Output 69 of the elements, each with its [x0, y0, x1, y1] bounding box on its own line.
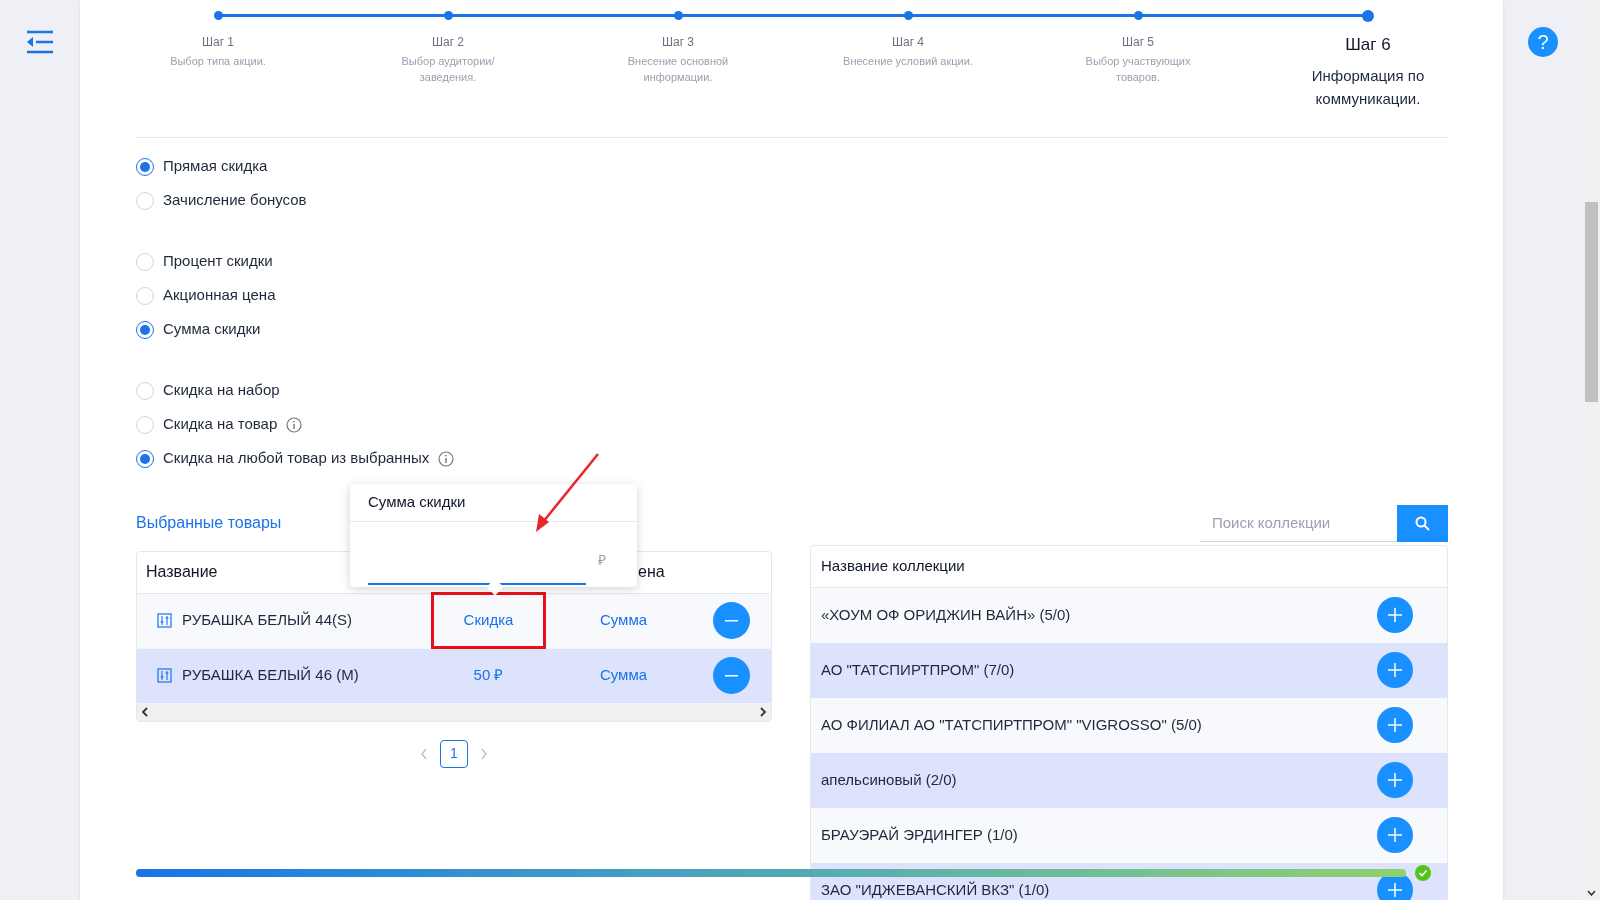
- next-page-icon[interactable]: [480, 747, 488, 760]
- step-description: Внесение условий акции.: [843, 54, 973, 69]
- plus-icon: [1388, 608, 1402, 622]
- add-button[interactable]: [1377, 707, 1413, 743]
- remove-button[interactable]: [713, 657, 750, 694]
- product-settings-icon[interactable]: [157, 613, 172, 628]
- scroll-down-icon[interactable]: [1587, 890, 1596, 896]
- check-icon: [1415, 865, 1431, 881]
- info-icon[interactable]: [286, 416, 303, 433]
- collection-name: апельсиновый (2/0): [821, 769, 957, 790]
- info-icon[interactable]: [438, 450, 455, 467]
- column-header: Название: [146, 563, 218, 580]
- remove-button[interactable]: [713, 602, 750, 639]
- discount-link[interactable]: 50 ₽: [473, 664, 504, 687]
- plus-icon: [1388, 773, 1402, 787]
- previous-page-icon[interactable]: [420, 747, 428, 760]
- collection-search-field[interactable]: Поиск коллекции: [1200, 504, 1397, 542]
- radio-label[interactable]: Прямая скидка: [163, 155, 268, 178]
- collection-name: АО "ТАТСПИРТПРОМ" (7/0): [821, 659, 1015, 680]
- vertical-scrollbar[interactable]: [1583, 0, 1600, 900]
- price-link[interactable]: Сумма: [599, 609, 648, 632]
- product-settings-icon[interactable]: [157, 668, 172, 683]
- radio-label[interactable]: Скидка на любой товар из выбранных: [163, 447, 430, 470]
- product-name: РУБАШКА БЕЛЫЙ 46 (M): [182, 665, 359, 686]
- add-button[interactable]: [1377, 762, 1413, 798]
- add-button[interactable]: [1377, 652, 1413, 688]
- step-description: Выбор участвующих товаров.: [1084, 54, 1192, 85]
- radio-label[interactable]: Процент скидки: [163, 250, 273, 273]
- step-description: Информация по коммуникации.: [1310, 65, 1426, 109]
- search-icon: [1415, 515, 1430, 531]
- step-title: Шаг 4: [891, 34, 925, 51]
- radio-label[interactable]: Акционная цена: [163, 284, 276, 307]
- step-title: Шаг 3: [661, 34, 695, 51]
- column-header: Название коллекции: [811, 545, 1447, 588]
- step-title: Шаг 5: [1121, 34, 1155, 51]
- step-description: Внесение основной информации.: [626, 54, 730, 85]
- step-title: Шаг 2: [431, 34, 465, 51]
- radio-label[interactable]: Зачисление бонусов: [163, 189, 307, 212]
- plus-icon: [1388, 828, 1402, 842]
- scroll-left-icon[interactable]: [141, 707, 149, 717]
- collection-name: АО ФИЛИАЛ АО "ТАТСПИРТПРОМ" "VIGROSSO" (5/0): [821, 714, 1202, 735]
- step-description: Выбор аудитории/заведения.: [400, 54, 496, 85]
- collection-name: БРАУЭРАЙ ЭРДИНГЕР (1/0): [821, 824, 1018, 845]
- product-name: РУБАШКА БЕЛЫЙ 44(S): [182, 610, 352, 631]
- plus-icon: [1388, 718, 1402, 732]
- minus-icon: [725, 619, 738, 622]
- collection-name: ЗАО "ИДЖЕВАНСКИЙ ВКЗ" (1/0): [821, 879, 1050, 900]
- step-title: Шаг 1: [201, 34, 235, 51]
- radio-label[interactable]: Скидка на набор: [163, 379, 280, 402]
- collection-name: «ХОУМ ОФ ОРИДЖИН ВАЙН» (5/0): [821, 604, 1071, 625]
- scrollbar-thumb[interactable]: [1585, 202, 1598, 402]
- discount-link[interactable]: Скидка: [463, 609, 514, 632]
- radio-label[interactable]: Сумма скидки: [163, 318, 261, 341]
- menu-icon[interactable]: [26, 30, 54, 54]
- plus-icon: [1388, 663, 1402, 677]
- scroll-right-icon[interactable]: [759, 707, 767, 717]
- step-description: Выбор типа акции.: [169, 54, 267, 69]
- currency-suffix: ₽: [598, 550, 606, 570]
- column-header: ена: [638, 563, 665, 580]
- page-button[interactable]: 1: [440, 739, 468, 768]
- radio-label[interactable]: Скидка на товар: [163, 413, 278, 436]
- minus-icon: [725, 674, 738, 677]
- search-button[interactable]: [1397, 504, 1448, 542]
- plus-icon: [1388, 883, 1402, 897]
- price-link[interactable]: Сумма: [599, 664, 648, 687]
- add-button[interactable]: [1377, 817, 1413, 853]
- add-button[interactable]: [1377, 597, 1413, 633]
- step-title: Шаг 6: [1345, 34, 1391, 56]
- section-title: Выбранные товары: [136, 513, 282, 531]
